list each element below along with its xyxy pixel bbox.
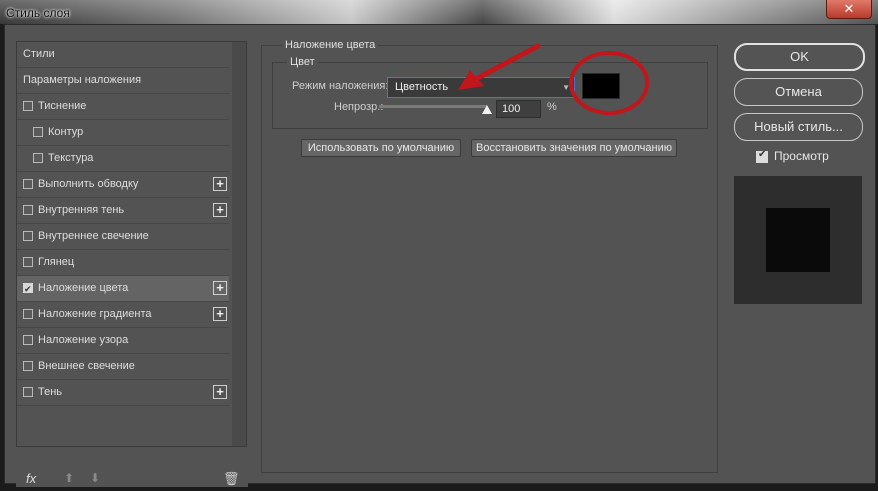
annotation-arrow-shaft [471, 43, 541, 83]
annotation-overlay [458, 43, 649, 115]
annotation-circle [569, 51, 649, 115]
annotation-arrowhead [458, 70, 484, 90]
